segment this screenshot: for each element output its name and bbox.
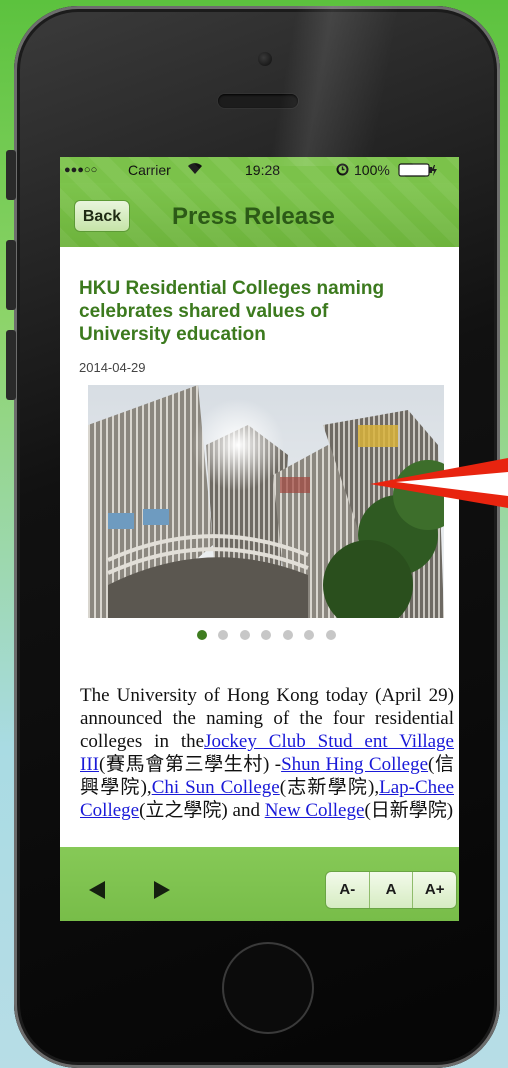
font-smaller-button[interactable]: A- [326,872,370,908]
battery-percent: 100% [354,162,390,178]
link-chi-sun-college[interactable]: Chi Sun College [152,777,280,798]
font-larger-button[interactable]: A+ [413,872,456,908]
body-text-3: (志新學院), [279,777,380,798]
link-shun-hing-college[interactable]: Shun Hing College [281,754,428,775]
alarm-icon [336,163,349,179]
back-button[interactable]: Back [74,200,130,232]
home-button[interactable] [222,942,314,1034]
wifi-icon [187,161,203,178]
volume-up-button [6,240,16,310]
status-bar: ●●●○○ Carrier 19:28 100% [60,157,459,183]
page-title: Press Release [172,203,335,230]
carousel-dot[interactable] [239,630,250,640]
link-new-college[interactable]: New College [265,800,365,821]
app-screen: ●●●○○ Carrier 19:28 100% Back Press Rele… [60,157,459,921]
article-content[interactable]: HKU Residential Colleges naming celebrat… [60,247,459,847]
body-text-4: (立之學院) and [139,800,260,821]
carousel-dot[interactable] [282,630,293,640]
body-text-5: (日新學院) [364,800,454,821]
carousel-dot[interactable] [218,630,229,640]
carousel-dot[interactable] [325,630,336,640]
article-title: HKU Residential Colleges naming celebrat… [79,278,385,345]
carousel-dot[interactable] [304,630,315,640]
article-date: 2014-04-29 [79,360,146,375]
earpiece-speaker [218,94,298,108]
article-body: The University of Hong Kong today (April… [80,684,454,822]
clock-time: 19:28 [245,162,281,178]
carrier-label: Carrier [128,162,171,178]
left-arrow-icon[interactable] [89,881,105,899]
right-arrow-icon[interactable] [154,881,170,899]
font-size-control: A- A A+ [325,871,457,909]
bottom-toolbar: A- A A+ [60,847,459,921]
battery-icon [398,163,438,180]
front-camera [258,52,272,66]
font-normal-button[interactable]: A [370,872,414,908]
body-text-1: (賽馬會第三學生村) - [98,754,282,775]
carousel-pagination[interactable] [197,627,343,640]
carousel-dot[interactable] [261,630,272,640]
mute-switch [6,150,16,200]
signal-strength: ●●●○○ [64,164,98,176]
annotation-arrow-icon [370,458,508,508]
carousel-dot[interactable] [197,630,207,640]
volume-down-button [6,330,16,400]
